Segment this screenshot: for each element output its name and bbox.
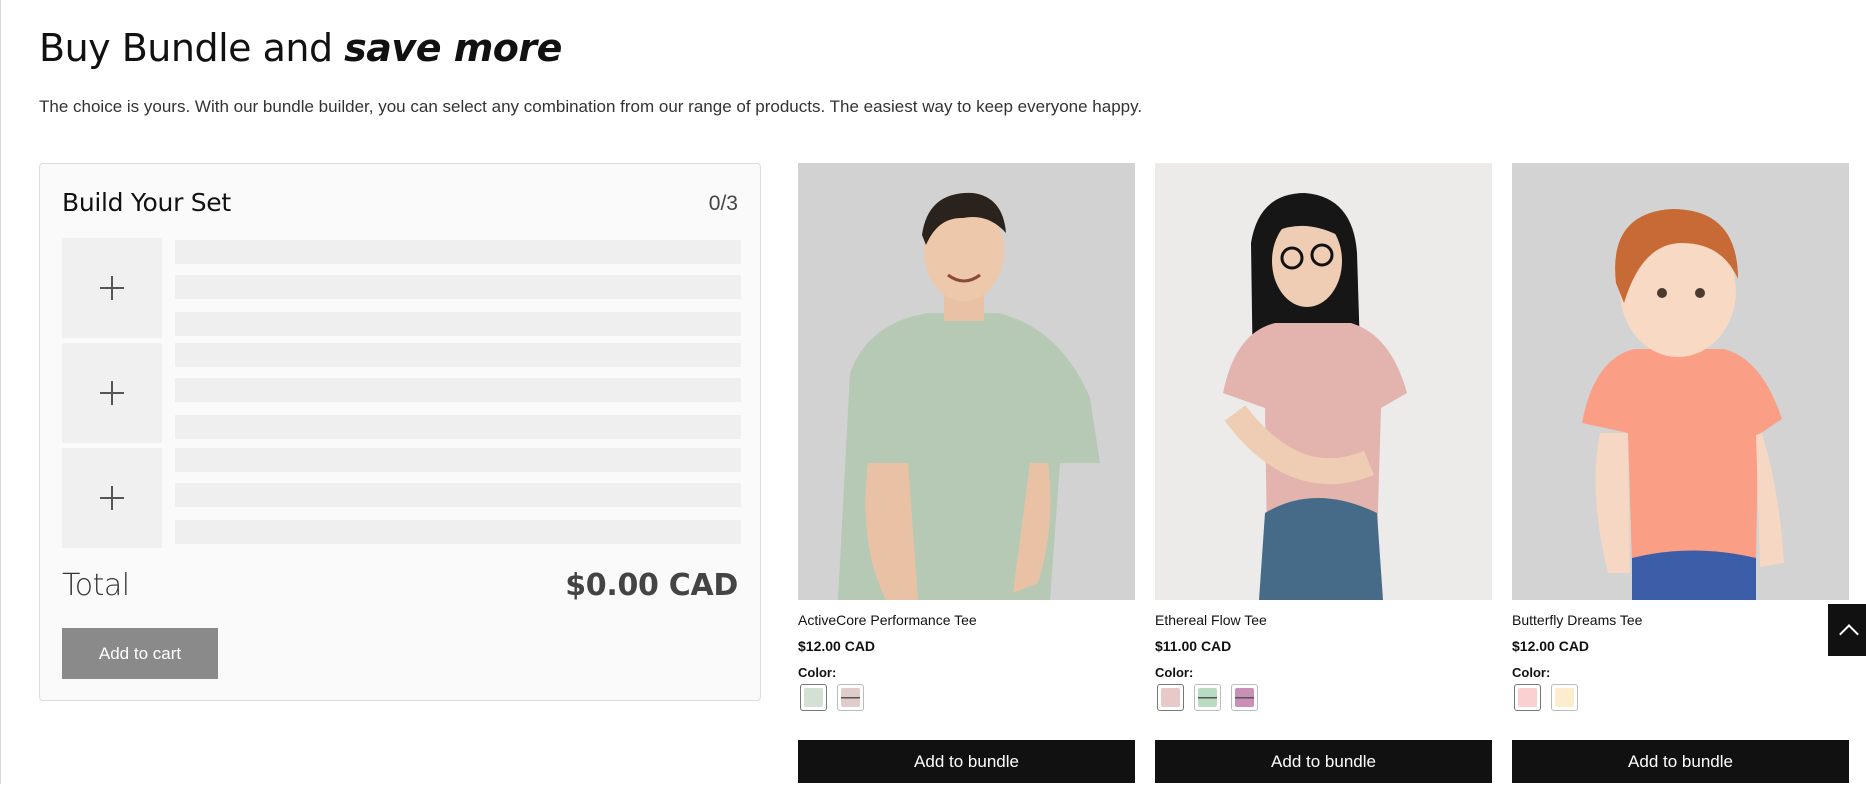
placeholder-bar bbox=[175, 415, 741, 439]
woman-in-pink-tee-illustration bbox=[1223, 193, 1407, 600]
product-price: $12.00 CAD bbox=[798, 638, 876, 654]
placeholder-bar bbox=[175, 240, 741, 264]
panel-title: Build Your Set bbox=[62, 188, 231, 217]
color-swatch-sage[interactable] bbox=[800, 684, 827, 711]
total-value: $0.00 CAD bbox=[565, 568, 738, 603]
color-swatch-mauve[interactable] bbox=[1231, 684, 1258, 711]
product-price: $12.00 CAD bbox=[1512, 638, 1590, 654]
color-swatches bbox=[800, 684, 864, 711]
placeholder-bar bbox=[175, 275, 741, 299]
product-card-butterfly: Butterfly Dreams Tee $12.00 CAD Color: A… bbox=[1512, 163, 1849, 783]
add-to-bundle-button[interactable]: Add to bundle bbox=[798, 740, 1135, 783]
bundle-slot-thumb[interactable] bbox=[62, 238, 162, 338]
page-title-prefix: Buy Bundle and bbox=[39, 26, 345, 70]
add-to-bundle-button[interactable]: Add to bundle bbox=[1512, 740, 1849, 783]
color-swatch-cream[interactable] bbox=[1551, 684, 1578, 711]
color-swatches bbox=[1514, 684, 1578, 711]
total-label: Total bbox=[62, 568, 130, 603]
color-swatch-pink[interactable] bbox=[1157, 684, 1184, 711]
product-name[interactable]: Butterfly Dreams Tee bbox=[1512, 612, 1642, 628]
page-title-emphasis: save more bbox=[344, 26, 562, 70]
bundle-slot-thumb[interactable] bbox=[62, 343, 162, 443]
color-swatch-mint[interactable] bbox=[1194, 684, 1221, 711]
color-swatch-rose[interactable] bbox=[837, 684, 864, 711]
build-your-set-panel: Build Your Set 0/3 Total $0.00 CAD Add t… bbox=[39, 163, 761, 701]
product-name[interactable]: ActiveCore Performance Tee bbox=[798, 612, 977, 628]
plus-icon bbox=[100, 486, 124, 510]
chevron-up-icon bbox=[1839, 624, 1859, 644]
swatch-fill bbox=[841, 688, 860, 707]
color-swatches bbox=[1157, 684, 1258, 711]
product-image[interactable] bbox=[798, 163, 1135, 600]
bundle-slot-2[interactable] bbox=[62, 343, 744, 443]
scroll-to-top-button[interactable] bbox=[1828, 604, 1866, 656]
color-label: Color: bbox=[1512, 665, 1551, 680]
bundle-slot-3[interactable] bbox=[62, 448, 744, 548]
bundle-slot-thumb[interactable] bbox=[62, 448, 162, 548]
product-card-ethereal: Ethereal Flow Tee $11.00 CAD Color: Add … bbox=[1155, 163, 1492, 783]
product-image[interactable] bbox=[1155, 163, 1492, 600]
swatch-fill bbox=[1518, 688, 1537, 707]
placeholder-bar bbox=[175, 448, 741, 472]
color-swatch-light-pink[interactable] bbox=[1514, 684, 1541, 711]
product-price: $11.00 CAD bbox=[1155, 638, 1232, 654]
color-label: Color: bbox=[1155, 665, 1194, 680]
swatch-fill bbox=[1161, 688, 1180, 707]
page-left-divider bbox=[0, 0, 1, 784]
selection-count: 0/3 bbox=[708, 192, 738, 215]
color-label: Color: bbox=[798, 665, 837, 680]
plus-icon bbox=[100, 381, 124, 405]
child-in-coral-tee-illustration bbox=[1582, 209, 1784, 600]
placeholder-bar bbox=[175, 312, 741, 336]
product-card-activecore: ActiveCore Performance Tee $12.00 CAD Co… bbox=[798, 163, 1135, 783]
man-in-sage-tee-illustration bbox=[838, 192, 1100, 600]
page-title: Buy Bundle and save more bbox=[39, 26, 562, 70]
page-subtitle: The choice is yours. With our bundle bui… bbox=[39, 97, 1143, 116]
placeholder-bar bbox=[175, 343, 741, 367]
product-image[interactable] bbox=[1512, 163, 1849, 600]
product-name[interactable]: Ethereal Flow Tee bbox=[1155, 612, 1267, 628]
plus-icon bbox=[100, 276, 124, 300]
bundle-slot-1[interactable] bbox=[62, 238, 744, 338]
add-to-cart-button[interactable]: Add to cart bbox=[62, 628, 218, 679]
swatch-fill bbox=[1555, 688, 1574, 707]
swatch-fill bbox=[1198, 688, 1217, 707]
swatch-fill bbox=[1235, 688, 1254, 707]
placeholder-bar bbox=[175, 483, 741, 507]
placeholder-bar bbox=[175, 378, 741, 402]
swatch-fill bbox=[804, 688, 823, 707]
add-to-bundle-button[interactable]: Add to bundle bbox=[1155, 740, 1492, 783]
placeholder-bar bbox=[175, 520, 741, 544]
